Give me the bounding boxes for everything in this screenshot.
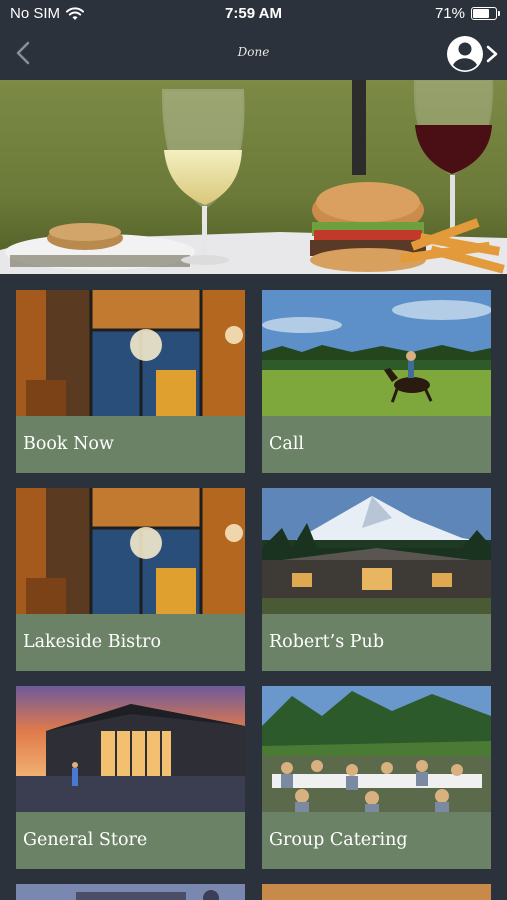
partial-tile-left[interactable] bbox=[16, 884, 245, 900]
tile-label: Book Now bbox=[16, 416, 245, 473]
general-store-tile[interactable]: General Store bbox=[16, 686, 245, 869]
chevron-right-icon[interactable] bbox=[485, 44, 499, 64]
call-tile[interactable]: Call bbox=[262, 290, 491, 473]
hero-image bbox=[0, 80, 507, 274]
nav-bar: Done bbox=[0, 28, 507, 80]
mountain-lodge-photo bbox=[262, 488, 491, 614]
nav-title: Done bbox=[237, 45, 270, 59]
lodge-interior-photo bbox=[16, 290, 245, 416]
dining-photo bbox=[0, 80, 507, 274]
book-now-tile[interactable]: Book Now bbox=[16, 290, 245, 473]
battery-fill bbox=[473, 9, 489, 18]
store-sunset-photo bbox=[16, 686, 245, 812]
partial-tile-right[interactable] bbox=[262, 884, 491, 900]
status-right: 71% bbox=[434, 5, 500, 22]
outdoor-dining-photo bbox=[262, 686, 491, 812]
lodge-interior-photo bbox=[16, 488, 245, 614]
group-catering-tile[interactable]: Group Catering bbox=[262, 686, 491, 869]
battery-icon bbox=[471, 7, 500, 20]
partial-photo bbox=[16, 884, 245, 900]
tile-label: Call bbox=[262, 416, 491, 473]
horse-rider-meadow-photo bbox=[262, 290, 491, 416]
tile-label: Robert’s Pub bbox=[262, 614, 491, 671]
status-bar: No SIM 7:59 AM 71% bbox=[0, 0, 507, 28]
tile-label: Group Catering bbox=[262, 812, 491, 869]
partial-photo bbox=[262, 884, 491, 900]
tile-label: Lakeside Bistro bbox=[16, 614, 245, 671]
status-time: 7:59 AM bbox=[225, 5, 282, 22]
roberts-pub-tile[interactable]: Robert’s Pub bbox=[262, 488, 491, 671]
user-circle-icon[interactable] bbox=[445, 34, 485, 74]
lakeside-bistro-tile[interactable]: Lakeside Bistro bbox=[16, 488, 245, 671]
battery-percent: 71% bbox=[434, 5, 465, 22]
tile-label: General Store bbox=[16, 812, 245, 869]
